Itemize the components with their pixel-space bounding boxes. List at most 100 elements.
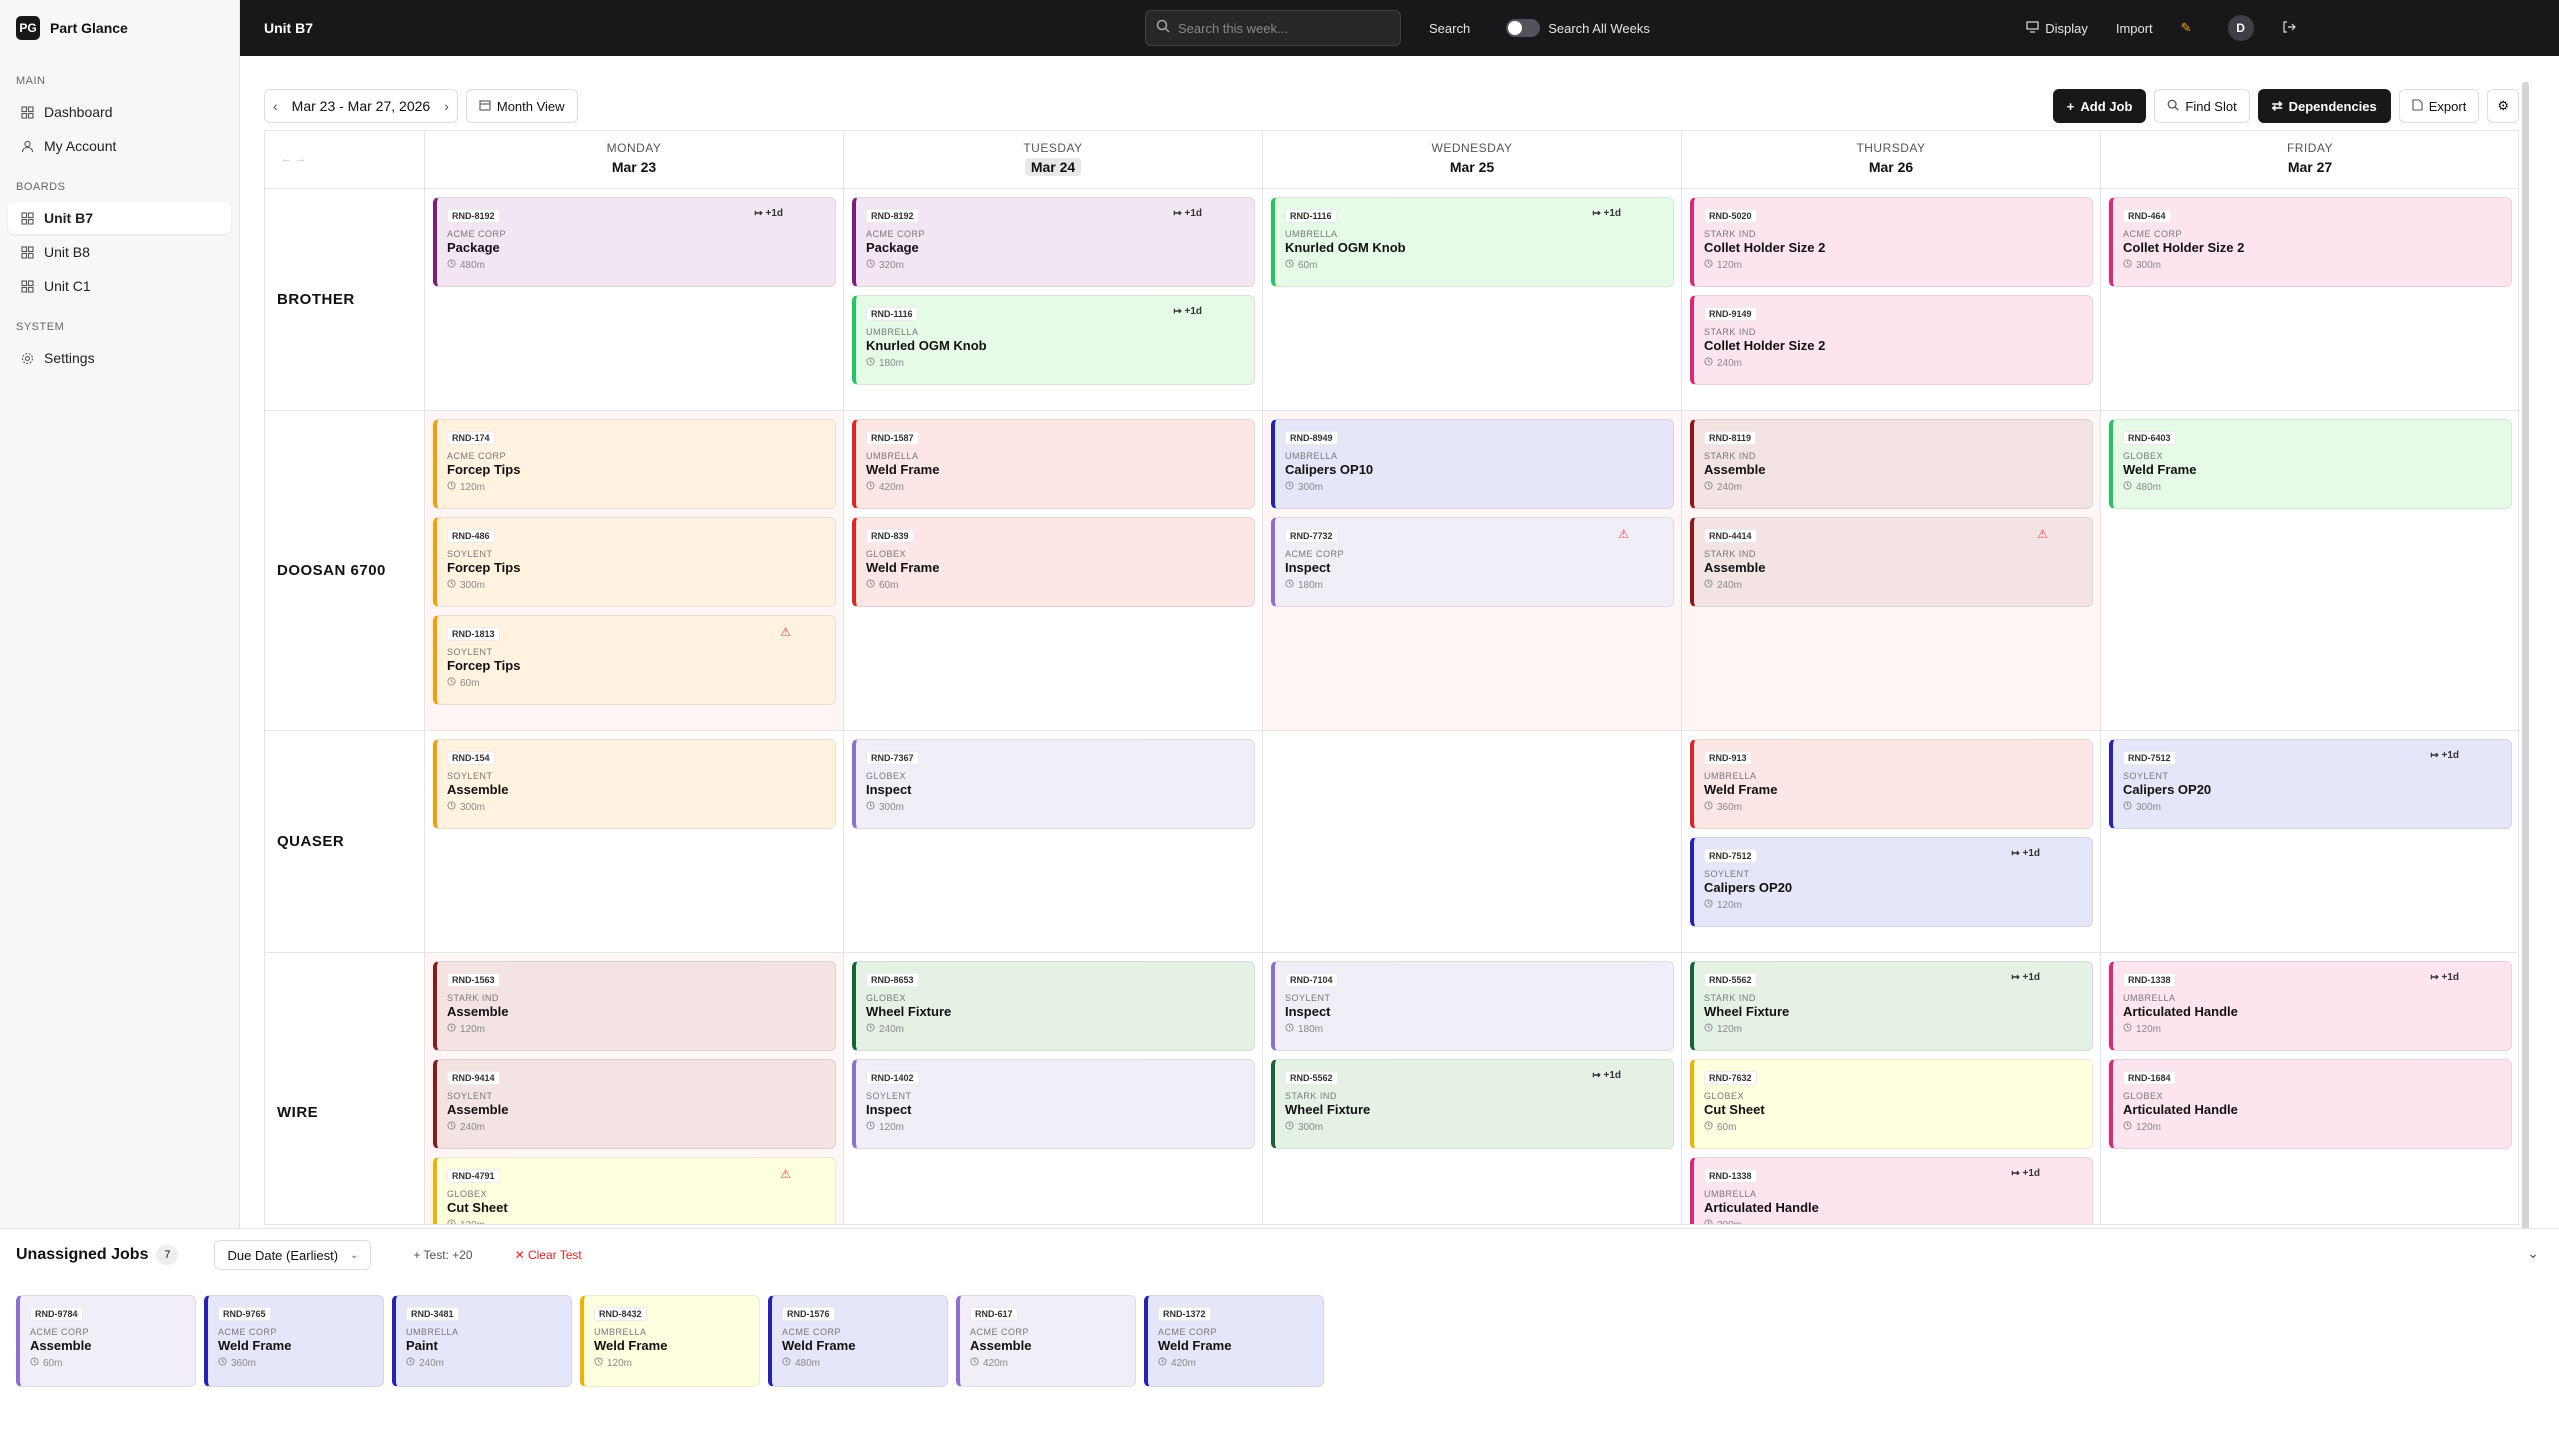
job-card[interactable]: RND-5562 STARK IND Wheel Fixture 300m ↦ +1d [1271,1059,1674,1149]
job-card[interactable]: RND-7732 ACME CORP Inspect 180m ⚠ [1271,517,1674,607]
schedule-cell[interactable]: RND-8192 ACME CORP Package 320m ↦ +1d RND-111… [844,189,1263,410]
schedule-cell[interactable]: RND-464 ACME CORP Collet Holder Size 2 300m [2101,189,2518,410]
job-duration: 300m [1285,1121,1663,1133]
search-box[interactable] [1145,10,1401,46]
job-card[interactable]: RND-1338 UMBRELLA Articulated Handle 120m ↦ … [2109,961,2512,1051]
prev-week-icon[interactable]: ‹ [273,98,278,114]
calendar-icon [479,99,491,114]
search-all-weeks-toggle[interactable] [1506,19,1541,37]
dependencies-button[interactable]: ⇄ Dependencies [2257,89,2391,123]
clear-test-button[interactable]: ✕ Clear Test [515,1248,582,1262]
extend-indicator: ↦ +1d [2011,972,2040,983]
schedule-cell[interactable]: RND-8192 ACME CORP Package 480m ↦ +1d [425,189,844,410]
import-button[interactable]: Import [2116,21,2153,36]
schedule-cell[interactable]: RND-913 UMBRELLA Weld Frame 360m RND-7512 SOY… [1682,731,2101,952]
settings-button[interactable]: ⚙ [2487,89,2519,123]
job-name: Assemble [447,1102,509,1117]
sidebar-item-unit-b8[interactable]: Unit B8 [8,236,231,268]
job-card[interactable]: RND-1813 SOYLENT Forcep Tips 60m ⚠ [433,615,836,705]
schedule-cell[interactable]: RND-174 ACME CORP Forcep Tips 120m RND-486 SO… [425,411,844,730]
month-view-button[interactable]: Month View [465,89,578,123]
job-card[interactable]: RND-8192 ACME CORP Package 480m ↦ +1d [433,197,836,287]
brand[interactable]: PG Part Glance [0,0,239,56]
schedule-cell[interactable]: RND-7104 SOYLENT Inspect 180m RND-5562 STARK … [1263,953,1682,1224]
job-card[interactable]: RND-8653 GLOBEX Wheel Fixture 240m [852,961,1255,1051]
schedule-cell[interactable]: RND-154 SOYLENT Assemble 300m [425,731,844,952]
test-button[interactable]: + Test: +20 [413,1248,472,1262]
display-button[interactable]: Display [2026,21,2088,36]
job-card[interactable]: RND-8192 ACME CORP Package 320m ↦ +1d [852,197,1255,287]
edit-button[interactable]: ✎ [2181,20,2192,36]
schedule-cell[interactable]: RND-1563 STARK IND Assemble 120m RND-9414 SOY… [425,953,844,1224]
add-job-button[interactable]: + Add Job [2052,89,2147,123]
collapse-icon[interactable]: ⌄ [2527,1245,2539,1262]
day-date: Mar 25 [1449,159,1495,175]
schedule-cell[interactable]: RND-6403 GLOBEX Weld Frame 480m [2101,411,2518,730]
schedule-cell[interactable]: RND-8653 GLOBEX Wheel Fixture 240m RND-1402 S… [844,953,1263,1224]
job-card[interactable]: RND-1587 UMBRELLA Weld Frame 420m [852,419,1255,509]
logout-button[interactable] [2282,20,2296,37]
vertical-scrollbar[interactable] [2522,82,2529,1230]
schedule-cell[interactable] [1263,731,1682,952]
sidebar-item-settings[interactable]: Settings [8,342,231,374]
job-id: RND-1563 [447,973,500,987]
job-card[interactable]: RND-486 SOYLENT Forcep Tips 300m [433,517,836,607]
job-card[interactable]: RND-8119 STARK IND Assemble 240m [1690,419,2093,509]
unassigned-job-card[interactable]: RND-617 ACME CORP Assemble 420m [956,1295,1136,1387]
job-card[interactable]: RND-839 GLOBEX Weld Frame 60m [852,517,1255,607]
schedule-cell[interactable]: RND-7512 SOYLENT Calipers OP20 300m ↦ +1d [2101,731,2518,952]
clock-icon [2123,801,2132,813]
search-button[interactable]: Search [1429,21,1470,36]
unassigned-job-card[interactable]: RND-1576 ACME CORP Weld Frame 480m [768,1295,948,1387]
job-card[interactable]: RND-7632 GLOBEX Cut Sheet 60m [1690,1059,2093,1149]
date-range-label[interactable]: Mar 23 - Mar 27, 2026 [292,98,431,114]
schedule-cell[interactable]: RND-1587 UMBRELLA Weld Frame 420m RND-839 GLO… [844,411,1263,730]
sort-dropdown[interactable]: Due Date (Earliest) ⌄ [214,1240,372,1270]
job-card[interactable]: RND-7512 SOYLENT Calipers OP20 120m ↦ +1d [1690,837,2093,927]
schedule-cell[interactable]: RND-5020 STARK IND Collet Holder Size 2 120… [1682,189,2101,410]
job-card[interactable]: RND-1402 SOYLENT Inspect 120m [852,1059,1255,1149]
job-card[interactable]: RND-1116 UMBRELLA Knurled OGM Knob 180m ↦ +1… [852,295,1255,385]
job-card[interactable]: RND-174 ACME CORP Forcep Tips 120m [433,419,836,509]
job-card[interactable]: RND-154 SOYLENT Assemble 300m [433,739,836,829]
job-card[interactable]: RND-1338 UMBRELLA Articulated Handle 300m ↦ … [1690,1157,2093,1224]
schedule-cell[interactable]: RND-1116 UMBRELLA Knurled OGM Knob 60m ↦ +1d [1263,189,1682,410]
unassigned-job-card[interactable]: RND-1372 ACME CORP Weld Frame 420m [1144,1295,1324,1387]
sidebar-item-my-account[interactable]: My Account [8,130,231,162]
job-card[interactable]: RND-5020 STARK IND Collet Holder Size 2 120… [1690,197,2093,287]
job-card[interactable]: RND-9149 STARK IND Collet Holder Size 2 240… [1690,295,2093,385]
job-card[interactable]: RND-8949 UMBRELLA Calipers OP10 300m [1271,419,1674,509]
grid-icon [20,245,34,259]
schedule-cell[interactable]: RND-1338 UMBRELLA Articulated Handle 120m ↦ … [2101,953,2518,1224]
schedule-cell[interactable]: RND-8119 STARK IND Assemble 240m RND-4414 STA… [1682,411,2101,730]
sidebar-item-unit-b7[interactable]: Unit B7 [8,202,231,234]
avatar[interactable]: D [2227,15,2254,41]
unassigned-job-card[interactable]: RND-9784 ACME CORP Assemble 60m [16,1295,196,1387]
job-card[interactable]: RND-464 ACME CORP Collet Holder Size 2 300m [2109,197,2512,287]
find-slot-button[interactable]: Find Slot [2154,89,2250,123]
export-button[interactable]: Export [2398,89,2480,123]
job-card[interactable]: RND-7104 SOYLENT Inspect 180m [1271,961,1674,1051]
schedule-cell[interactable]: RND-7367 GLOBEX Inspect 300m [844,731,1263,952]
search-input[interactable] [1178,20,1378,36]
job-card[interactable]: RND-913 UMBRELLA Weld Frame 360m [1690,739,2093,829]
job-customer: STARK IND [1704,229,1756,239]
job-card[interactable]: RND-1116 UMBRELLA Knurled OGM Knob 60m ↦ +1d [1271,197,1674,287]
next-week-icon[interactable]: › [444,98,449,114]
unassigned-job-card[interactable]: RND-8432 UMBRELLA Weld Frame 120m [580,1295,760,1387]
job-card[interactable]: RND-7512 SOYLENT Calipers OP20 300m ↦ +1d [2109,739,2512,829]
job-card[interactable]: RND-9414 SOYLENT Assemble 240m [433,1059,836,1149]
job-card[interactable]: RND-1684 GLOBEX Articulated Handle 120m [2109,1059,2512,1149]
job-card[interactable]: RND-1563 STARK IND Assemble 120m [433,961,836,1051]
unassigned-job-card[interactable]: RND-9765 ACME CORP Weld Frame 360m [204,1295,384,1387]
job-card[interactable]: RND-4791 GLOBEX Cut Sheet 120m ⚠ [433,1157,836,1224]
unassigned-job-card[interactable]: RND-3481 UMBRELLA Paint 240m [392,1295,572,1387]
job-card[interactable]: RND-6403 GLOBEX Weld Frame 480m [2109,419,2512,509]
sidebar-item-unit-c1[interactable]: Unit C1 [8,270,231,302]
job-card[interactable]: RND-4414 STARK IND Assemble 240m ⚠ [1690,517,2093,607]
schedule-cell[interactable]: RND-8949 UMBRELLA Calipers OP10 300m RND-773… [1263,411,1682,730]
job-card[interactable]: RND-7367 GLOBEX Inspect 300m [852,739,1255,829]
sidebar-item-dashboard[interactable]: Dashboard [8,96,231,128]
job-card[interactable]: RND-5562 STARK IND Wheel Fixture 120m ↦ +1d [1690,961,2093,1051]
schedule-cell[interactable]: RND-5562 STARK IND Wheel Fixture 120m ↦ +1d R… [1682,953,2101,1224]
